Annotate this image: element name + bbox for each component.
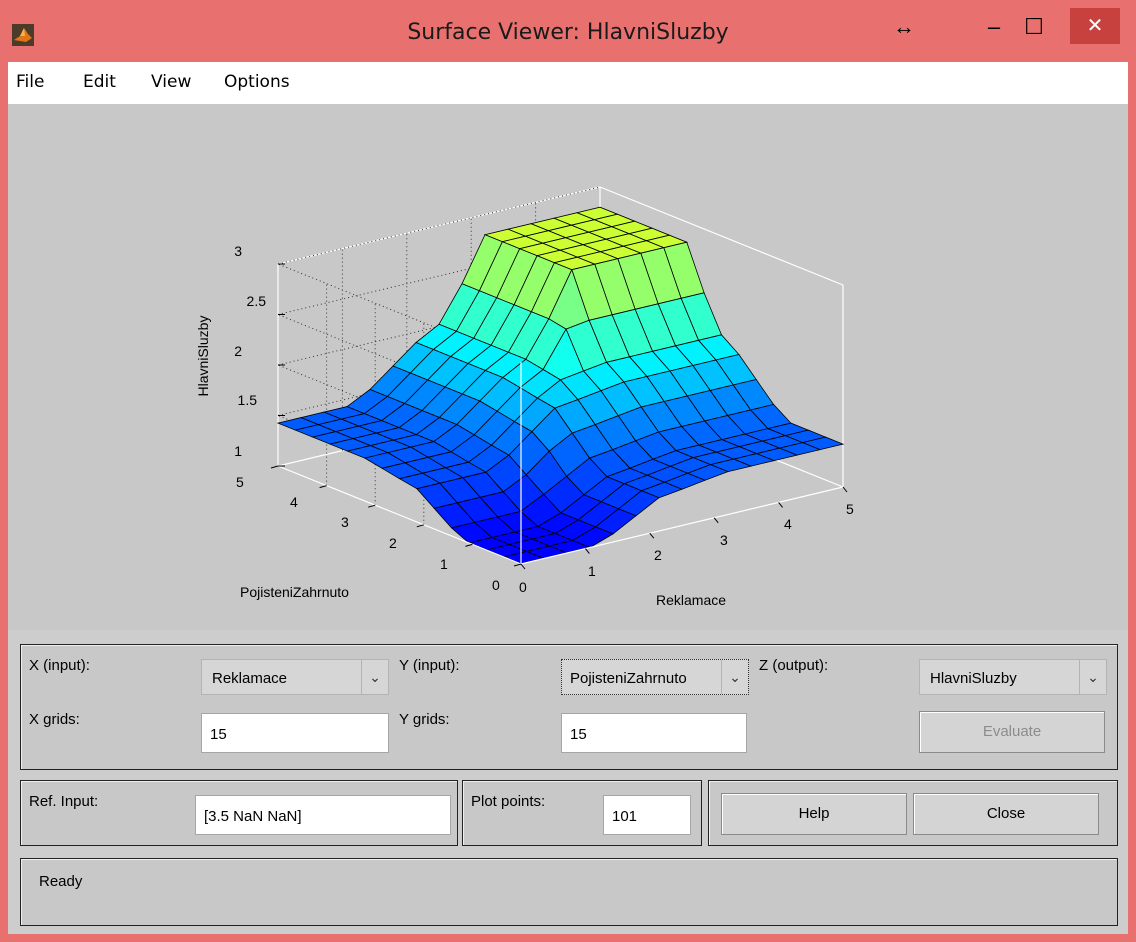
x-grids-field[interactable]: 15: [201, 713, 389, 753]
x-tick: [649, 532, 655, 539]
y-tick: [368, 504, 376, 508]
minimize-button[interactable]: –: [980, 12, 1008, 42]
z-tick-label: 2.5: [247, 293, 267, 309]
y-input-dropdown[interactable]: PojisteniZahrnuto ⌄: [561, 659, 749, 695]
surface-plot[interactable]: 3 2.5 2 1.5 1 HlavniSluzby 0 1 2 3 4 5 P…: [8, 104, 1128, 630]
x-tick: [713, 517, 719, 524]
x-tick-label: 4: [784, 516, 792, 532]
window-title: Surface Viewer: HlavniSluzby: [407, 20, 729, 45]
z-output-value: HlavniSluzby: [930, 670, 1017, 687]
y-tick: [416, 524, 424, 528]
x-input-value: Reklamace: [212, 670, 288, 687]
y-tick-label: 5: [236, 474, 244, 490]
title-bar[interactable]: Surface Viewer: HlavniSluzby ↔ – ☐ ✕: [0, 0, 1136, 62]
x-axis-label: Reklamace: [656, 592, 726, 608]
z-tick-label: 1: [234, 443, 242, 459]
menu-edit[interactable]: Edit: [83, 72, 116, 92]
ref-input-panel: Ref. Input: [3.5 NaN NaN]: [20, 780, 458, 846]
x-tick: [842, 486, 848, 493]
resize-icon[interactable]: ↔: [890, 12, 918, 42]
x-input-dropdown[interactable]: Reklamace ⌄: [201, 659, 389, 695]
y-grids-field[interactable]: 15: [561, 713, 747, 753]
ref-input-field[interactable]: [3.5 NaN NaN]: [195, 795, 451, 835]
chevron-down-icon: ⌄: [721, 660, 748, 694]
z-tick-label: 1.5: [238, 392, 258, 408]
y-input-label: Y (input):: [399, 657, 460, 674]
ref-input-value: [3.5 NaN NaN]: [204, 808, 302, 825]
client-area: File Edit View Options 3 2.5 2 1.5 1 Hla…: [8, 62, 1128, 934]
x-tick-label: 2: [654, 547, 662, 563]
plot-points-value: 101: [612, 808, 638, 825]
x-tick-label: 1: [588, 563, 596, 579]
x-tick: [585, 548, 590, 554]
y-input-value: PojisteniZahrnuto: [570, 670, 687, 687]
plot-points-label: Plot points:: [471, 793, 546, 810]
axis-selection-panel: X (input): Reklamace ⌄ Y (input): Pojist…: [20, 644, 1118, 770]
y-tick-label: 3: [341, 514, 349, 530]
x-tick-label: 3: [720, 532, 728, 548]
y-tick-label: 0: [492, 577, 500, 593]
menu-file[interactable]: File: [16, 72, 44, 92]
z-axis-label: HlavniSluzby: [195, 316, 211, 397]
surface-plot-area[interactable]: 3 2.5 2 1.5 1 HlavniSluzby 0 1 2 3 4 5 P…: [8, 104, 1128, 630]
z-tick-label: 2: [234, 343, 242, 359]
plot-points-field[interactable]: 101: [603, 795, 691, 835]
z-output-label: Z (output):: [759, 657, 829, 674]
y-tick-label: 2: [389, 535, 397, 551]
y-tick-label: 4: [290, 494, 298, 510]
x-tick-label: 0: [519, 579, 527, 595]
chevron-down-icon: ⌄: [361, 660, 388, 694]
chevron-down-icon: ⌄: [1079, 660, 1106, 694]
y-tick: [513, 563, 522, 567]
x-grids-label: X grids:: [29, 711, 80, 728]
surface-mesh: [276, 206, 845, 565]
status-text: Ready: [39, 873, 83, 890]
x-tick: [520, 563, 526, 570]
y-grids-value: 15: [570, 726, 587, 743]
surface-viewer-window: Surface Viewer: HlavniSluzby ↔ – ☐ ✕ Fil…: [0, 0, 1136, 942]
x-tick-label: 5: [846, 501, 854, 517]
y-tick: [465, 543, 473, 547]
menu-bar: File Edit View Options: [8, 62, 1128, 104]
y-grids-label: Y grids:: [399, 711, 450, 728]
y-tick: [270, 465, 279, 469]
close-window-button[interactable]: ✕: [1070, 8, 1120, 44]
x-input-label: X (input):: [29, 657, 90, 674]
maximize-button[interactable]: ☐: [1020, 12, 1048, 42]
close-button[interactable]: Close: [913, 793, 1099, 835]
ref-input-label: Ref. Input:: [29, 793, 99, 810]
menu-view[interactable]: View: [151, 72, 191, 92]
x-tick: [778, 502, 783, 508]
y-tick-label: 1: [440, 556, 448, 572]
z-output-dropdown[interactable]: HlavniSluzby ⌄: [919, 659, 1107, 695]
status-panel: Ready: [20, 858, 1118, 926]
plot-points-panel: Plot points: 101: [462, 780, 702, 846]
evaluate-button[interactable]: Evaluate: [919, 711, 1105, 753]
help-button[interactable]: Help: [721, 793, 907, 835]
y-tick: [319, 485, 327, 489]
z-tick-label: 3: [234, 243, 242, 259]
y-axis-label: PojisteniZahrnuto: [240, 584, 349, 600]
action-buttons-panel: Help Close: [708, 780, 1118, 846]
x-grids-value: 15: [210, 726, 227, 743]
menu-options[interactable]: Options: [224, 72, 290, 92]
